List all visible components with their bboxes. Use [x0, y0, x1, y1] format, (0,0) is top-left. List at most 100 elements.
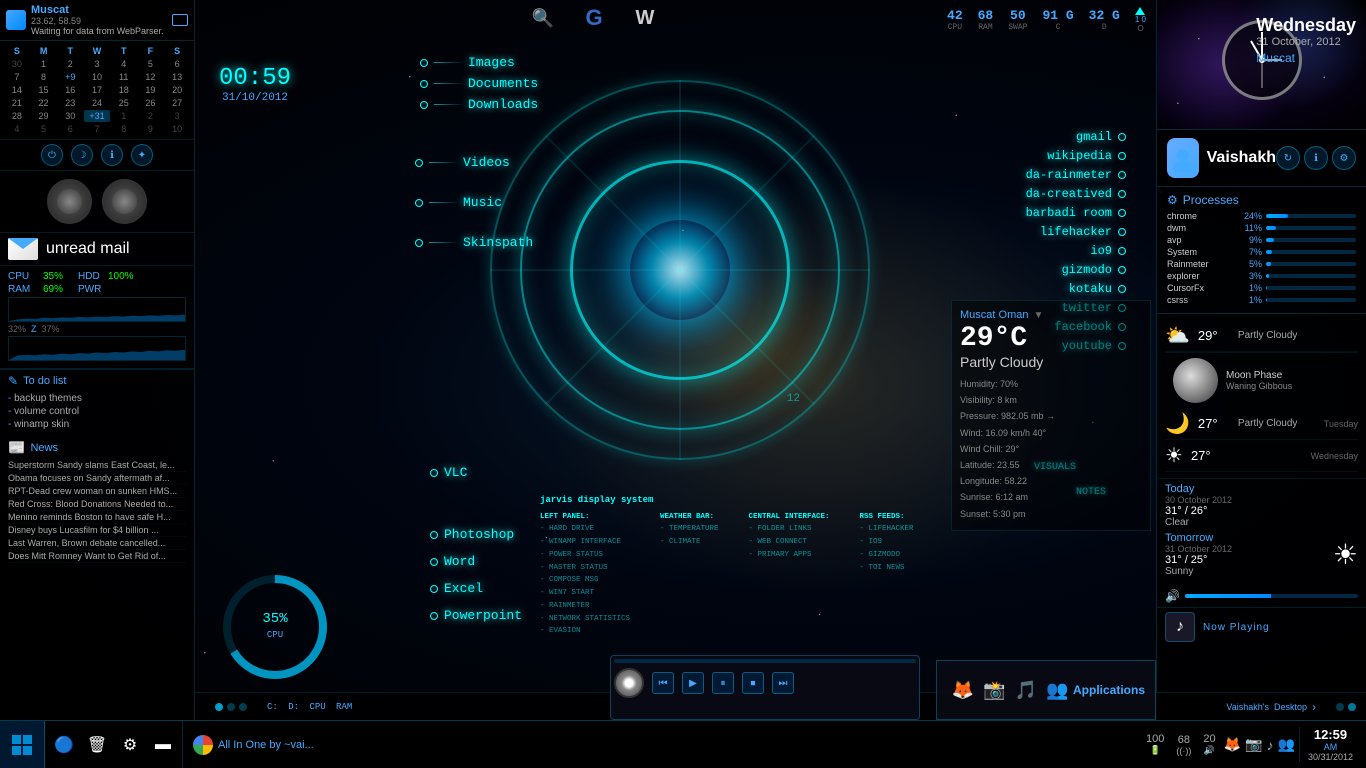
cal-cell[interactable]: 5 — [31, 123, 57, 135]
cal-cell[interactable]: 9 — [138, 123, 164, 135]
news-item-2[interactable]: Obama focuses on Sandy aftermath af... — [8, 472, 186, 485]
cal-cell[interactable]: 1 — [31, 58, 57, 70]
media-prev-button[interactable]: ⏮ — [652, 672, 674, 694]
media-pause-button[interactable]: ⏸ — [712, 672, 734, 694]
cal-cell[interactable]: 8 — [111, 123, 137, 135]
news-item-5[interactable]: Menino reminds Boston to have safe H... — [8, 511, 186, 524]
videos-link[interactable]: Videos — [415, 155, 533, 170]
cal-cell[interactable]: 7 — [84, 123, 110, 135]
browser-bar[interactable]: All In One by ~vai... — [183, 735, 1137, 755]
cal-cell[interactable]: 7 — [4, 71, 30, 83]
user-settings-button[interactable]: ⚙ — [1332, 146, 1356, 170]
word-link[interactable]: Word — [430, 554, 522, 569]
user-refresh-button[interactable]: ↻ — [1276, 146, 1300, 170]
cal-cell[interactable]: 22 — [31, 97, 57, 109]
cal-cell[interactable]: 27 — [164, 97, 190, 109]
star-button[interactable]: ✦ — [131, 144, 153, 166]
weather-dropdown[interactable]: ▼ — [1033, 310, 1043, 321]
music-link[interactable]: Music — [415, 195, 533, 210]
tray-icon-4[interactable]: 👥 — [1278, 736, 1295, 753]
media-play-button[interactable]: ▶ — [682, 672, 704, 694]
powerpoint-link[interactable]: Powerpoint — [430, 608, 522, 623]
cal-cell[interactable]: 15 — [31, 84, 57, 96]
tray-icon-3[interactable]: ♪ — [1267, 737, 1274, 753]
start-button[interactable] — [0, 721, 45, 768]
google-icon[interactable]: G — [581, 5, 607, 31]
cal-cell[interactable]: 25 — [111, 97, 137, 109]
skinspath-link[interactable]: Skinspath — [415, 235, 533, 250]
cal-cell[interactable]: 3 — [164, 110, 190, 122]
news-item-6[interactable]: Disney buys Lucasfilm for $4 billion ... — [8, 524, 186, 537]
cal-cell[interactable]: 20 — [164, 84, 190, 96]
pag-dot-3[interactable] — [239, 703, 247, 711]
cal-cell[interactable]: 8 — [31, 71, 57, 83]
cal-cell[interactable]: 2 — [57, 58, 83, 70]
documents-link[interactable]: Documents — [420, 76, 538, 91]
cal-cell[interactable]: 24 — [84, 97, 110, 109]
cal-cell[interactable]: 10 — [84, 71, 110, 83]
news-item-1[interactable]: Superstorm Sandy slams East Coast, le... — [8, 459, 186, 472]
wikipedia-icon[interactable]: W — [632, 5, 658, 31]
cal-cell[interactable]: 30 — [57, 110, 83, 122]
news-item-7[interactable]: Last Warren, Brown debate cancelled... — [8, 537, 186, 550]
news-item-4[interactable]: Red Cross: Blood Donations Needed to... — [8, 498, 186, 511]
tray-icon-2[interactable]: 📷 — [1245, 736, 1262, 753]
cal-cell[interactable]: 4 — [111, 58, 137, 70]
mail-button[interactable]: unread mail — [0, 233, 194, 266]
moon-button[interactable]: ☽ — [71, 144, 93, 166]
kotaku-link[interactable]: kotaku — [1069, 282, 1126, 296]
gmail-link[interactable]: gmail — [1076, 130, 1126, 144]
da-creatived-link[interactable]: da-creatived — [1026, 187, 1126, 201]
info-button[interactable]: ℹ — [101, 144, 123, 166]
cal-cell[interactable]: 17 — [84, 84, 110, 96]
cal-cell[interactable]: 3 — [84, 58, 110, 70]
volume-bar[interactable] — [1185, 594, 1358, 598]
nav-dot-2[interactable] — [1348, 703, 1356, 711]
camera-icon[interactable]: 📸 — [979, 674, 1011, 706]
cal-cell[interactable]: 5 — [138, 58, 164, 70]
cal-cell[interactable]: 16 — [57, 84, 83, 96]
nav-dot-1[interactable] — [1336, 703, 1344, 711]
media-next-button[interactable]: ⏭ — [772, 672, 794, 694]
da-rainmeter-link[interactable]: da-rainmeter — [1026, 168, 1126, 182]
cal-cell-today[interactable]: +31 — [84, 110, 110, 122]
taskbar-icon-trash[interactable]: 🗑 — [83, 731, 111, 759]
taskbar-icon-settings[interactable]: ⚙ — [116, 731, 144, 759]
cal-cell[interactable]: 10 — [164, 123, 190, 135]
news-item-8[interactable]: Does Mitt Romney Want to Get Rid of... — [8, 550, 186, 563]
cal-cell[interactable]: 14 — [4, 84, 30, 96]
cal-cell[interactable]: 21 — [4, 97, 30, 109]
cal-cell[interactable]: +9 — [57, 71, 83, 83]
pag-dot-1[interactable] — [215, 703, 223, 711]
wikipedia-link[interactable]: wikipedia — [1047, 149, 1126, 163]
downloads-link[interactable]: Downloads — [420, 97, 538, 112]
taskbar-icon-4[interactable]: ▬ — [149, 731, 177, 759]
cal-cell[interactable]: 6 — [164, 58, 190, 70]
music-icon[interactable]: 🎵 — [1010, 674, 1042, 706]
cal-cell[interactable]: 28 — [4, 110, 30, 122]
cal-cell[interactable]: 18 — [111, 84, 137, 96]
cal-cell[interactable]: 12 — [138, 71, 164, 83]
excel-link[interactable]: Excel — [430, 581, 522, 596]
cal-cell[interactable]: 26 — [138, 97, 164, 109]
firefox-icon[interactable]: 🦊 — [947, 674, 979, 706]
cal-cell[interactable]: 30 — [4, 58, 30, 70]
taskbar-icon-1[interactable]: 🔵 — [50, 731, 78, 759]
lifehacker-link[interactable]: lifehacker — [1040, 225, 1126, 239]
cal-cell[interactable]: 2 — [138, 110, 164, 122]
cal-cell[interactable]: 19 — [138, 84, 164, 96]
io9-link[interactable]: io9 — [1090, 244, 1126, 258]
images-link[interactable]: Images — [420, 55, 538, 70]
cal-cell[interactable]: 1 — [111, 110, 137, 122]
users-icon[interactable]: 👥 — [1042, 674, 1074, 706]
window-icon[interactable] — [172, 14, 188, 26]
tray-icon-1[interactable]: 🦊 — [1224, 736, 1241, 753]
cal-cell[interactable]: 13 — [164, 71, 190, 83]
cal-cell[interactable]: 11 — [111, 71, 137, 83]
media-stop-button[interactable]: ⏹ — [742, 672, 764, 694]
cal-cell[interactable]: 4 — [4, 123, 30, 135]
power-button[interactable]: ⏻ — [41, 144, 63, 166]
user-info-button[interactable]: ℹ — [1304, 146, 1328, 170]
cal-cell[interactable]: 23 — [57, 97, 83, 109]
cal-cell[interactable]: 29 — [31, 110, 57, 122]
